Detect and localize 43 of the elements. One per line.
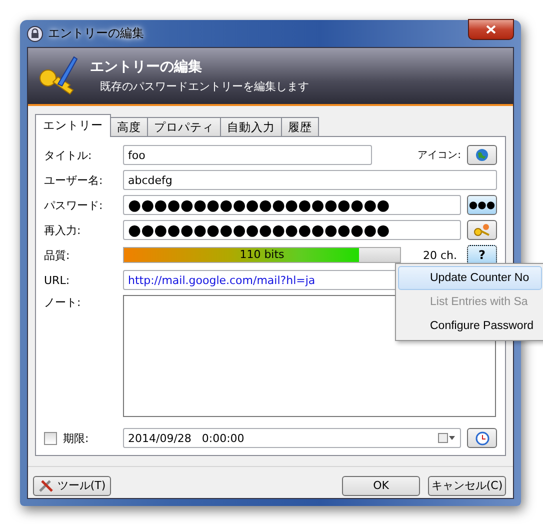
tab[interactable]: 高度 [110,117,148,137]
field-label: 期限: [63,430,89,446]
field-label: パスワード: [44,198,104,212]
password-field[interactable]: ●●●●●●●●●●●●●●●●●●●● [123,195,461,215]
field-label: 再入力: [44,222,82,238]
tools-button[interactable]: ツール(T) [33,476,111,496]
repeat-password-field[interactable]: ●●●●●●●●●●●●●●●●●●●● [123,220,461,240]
expiry-presets-button[interactable] [467,428,497,448]
window-title: エントリーの編集 [48,25,144,42]
globe-icon [475,148,489,162]
icon-label: アイコン: [418,149,461,162]
field-label: タイトル: [44,148,93,162]
icon-button[interactable] [467,145,497,165]
cancel-button[interactable]: キャンセル(C) [428,476,506,496]
help-button[interactable]: ? [467,245,497,265]
banner-title: エントリーの編集 [90,58,203,76]
field-label: 品質: [44,248,71,262]
field-label: ユーザー名: [44,172,104,188]
lock-icon [27,26,43,42]
tab[interactable]: プロパティ [147,117,221,137]
calendar-icon [438,433,456,443]
tab[interactable]: 履歴 [281,117,319,137]
quality-reading: 110 bits [238,248,286,262]
banner-subtitle: 既存のパスワードエントリーを編集します [99,79,309,94]
length-reading: 20 ch. [422,248,457,262]
menu-item[interactable]: Configure Password [398,314,542,338]
field-label: ノート: [44,295,82,310]
tab[interactable]: 自動入力 [220,117,282,137]
field-label: URL: [44,274,71,286]
close-button[interactable] [468,19,514,40]
expiry-checkbox[interactable] [44,432,57,444]
key-icon [473,223,491,237]
generate-button[interactable] [467,220,497,240]
tab[interactable]: エントリー [35,114,111,137]
show-password-button[interactable]: ●●● [467,195,497,215]
close-icon [486,25,496,34]
clock-icon [474,430,490,446]
expiry-date-field[interactable]: 2014/09/28 0:00:00 [123,428,461,448]
tools-icon [38,478,54,492]
ok-button[interactable]: OK [342,476,420,496]
username-field[interactable]: abcdefg [123,170,497,190]
title-field[interactable]: foo [123,145,372,165]
menu-item[interactable]: Update Counter No [398,266,542,290]
